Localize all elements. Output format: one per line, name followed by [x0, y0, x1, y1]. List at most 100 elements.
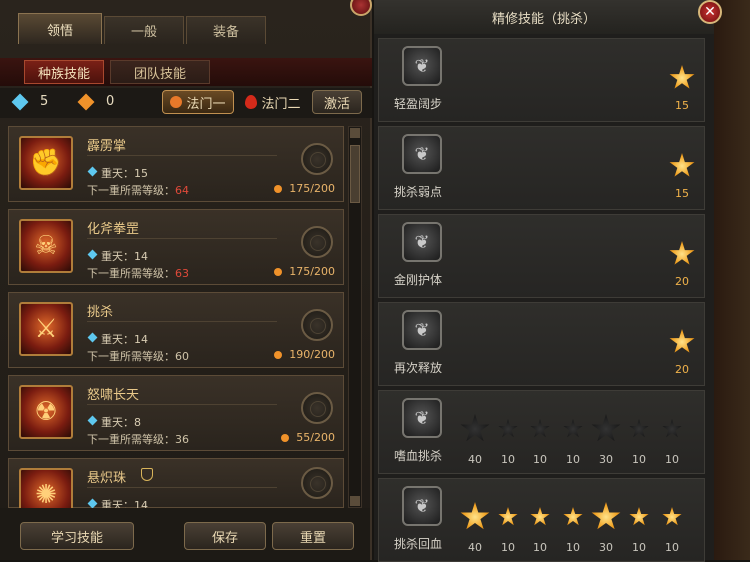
- level-gem-icon: [87, 498, 98, 509]
- skill-name: 化斧拳罡: [87, 222, 140, 237]
- wing-icon: ❦: [414, 319, 430, 341]
- refine-star-icon[interactable]: [460, 502, 490, 530]
- refine-star-icon[interactable]: [662, 419, 682, 438]
- requirement-value: 36: [175, 433, 189, 446]
- skill-symbol-icon: ✊: [29, 148, 63, 178]
- skill-symbol-icon: ☠: [34, 231, 58, 261]
- scroll-thumb[interactable]: [350, 145, 360, 203]
- activate-button[interactable]: 激活: [312, 90, 362, 114]
- learn-skill-button[interactable]: 学习技能: [20, 522, 134, 550]
- skill-card[interactable]: ☢ 怒啸长天 重天：8 下一重所需等级：36 55/200: [8, 375, 344, 451]
- requirement-label: 下一重所需等级：: [87, 433, 175, 446]
- refine-skill-icon[interactable]: ❦: [402, 310, 442, 350]
- skill-name: 悬炽珠: [87, 471, 127, 486]
- skill-icon: ☢: [19, 385, 73, 439]
- skill-card[interactable]: ⚔ 挑杀 重天：14 下一重所需等级：60 190/200: [8, 292, 344, 368]
- skill-name: 挑杀: [87, 305, 114, 320]
- close-icon[interactable]: ✕: [698, 0, 722, 24]
- skill-card[interactable]: ✺ 悬炽珠 重天：14: [8, 458, 344, 522]
- refine-row: ❦ 再次释放 20: [378, 302, 705, 386]
- level-gem-icon: [87, 166, 98, 177]
- star-cost: 10: [533, 453, 547, 466]
- skill-cost: 175/200: [289, 265, 335, 278]
- refine-star-icon[interactable]: [669, 329, 695, 353]
- save-button[interactable]: 保存: [184, 522, 266, 550]
- divider: [87, 404, 277, 405]
- refine-star-icon[interactable]: [629, 419, 649, 438]
- skill-card[interactable]: ✊ 霹雳掌 重天：15 下一重所需等级：64 175/200: [8, 126, 344, 202]
- scroll-down-arrow-icon[interactable]: [350, 496, 360, 506]
- refine-star-icon[interactable]: [563, 419, 583, 438]
- refine-star-icon[interactable]: [498, 507, 518, 526]
- refine-skill-name: 嗜血挑杀: [394, 449, 443, 463]
- fa-button-1[interactable]: 法门一: [162, 90, 234, 114]
- divider: [87, 155, 277, 156]
- next-level-requirement: 下一重所需等级：60: [87, 348, 189, 364]
- requirement-value: 60: [175, 350, 189, 363]
- requirement-label: 下一重所需等级：: [87, 350, 175, 363]
- refine-skill-icon[interactable]: ❦: [402, 398, 442, 438]
- refine-skill-name: 挑杀弱点: [394, 185, 443, 199]
- refine-skill-icon[interactable]: ❦: [402, 222, 442, 262]
- star-cost: 10: [501, 541, 515, 554]
- refine-row: ❦ 轻盈阔步 15: [378, 38, 705, 122]
- cost-gem-icon: [274, 185, 282, 193]
- refine-star-icon[interactable]: [460, 414, 490, 442]
- wing-icon: ❦: [414, 55, 430, 77]
- skill-slot-button[interactable]: [301, 143, 333, 175]
- skill-level: 重天：8: [101, 416, 141, 429]
- star-cost: 10: [665, 453, 679, 466]
- refine-star-icon[interactable]: [530, 419, 550, 438]
- scrollbar[interactable]: [348, 126, 362, 508]
- fire-icon: [170, 96, 183, 108]
- wing-icon: ❦: [414, 231, 430, 253]
- background-scene: [714, 0, 750, 560]
- skill-slot-button[interactable]: [301, 226, 333, 258]
- refine-star-icon[interactable]: [669, 241, 695, 265]
- refine-star-icon[interactable]: [669, 65, 695, 89]
- tab-lingwu[interactable]: 领悟: [18, 13, 102, 44]
- refine-row: ❦ 嗜血挑杀 40 10 10 10 30 10 10: [378, 390, 705, 474]
- refine-star-icon[interactable]: [629, 507, 649, 526]
- reset-button[interactable]: 重置: [272, 522, 354, 550]
- tab-equipment[interactable]: 装备: [186, 16, 266, 44]
- fa-button-2[interactable]: 法门二: [240, 90, 306, 114]
- refine-star-icon[interactable]: [669, 153, 695, 177]
- refine-star-icon[interactable]: [662, 507, 682, 526]
- refine-row: ❦ 挑杀回血 40 10 10 10 30 10 10: [378, 478, 705, 562]
- star-cost: 10: [566, 541, 580, 554]
- skill-level: 重天：14: [101, 333, 148, 346]
- skill-card[interactable]: ☠ 化斧拳罡 重天：14 下一重所需等级：63 175/200: [8, 209, 344, 285]
- gold-points: 0: [106, 94, 115, 109]
- refine-skill-icon[interactable]: ❦: [402, 486, 442, 526]
- star-cost: 20: [675, 363, 689, 376]
- divider: [87, 238, 277, 239]
- star-cost: 10: [665, 541, 679, 554]
- refine-star-icon[interactable]: [591, 414, 621, 442]
- subtab-race-skills[interactable]: 种族技能: [24, 60, 104, 84]
- refine-title: 精修技能（挑杀）: [491, 12, 596, 27]
- fa-button-2-label: 法门二: [261, 96, 301, 112]
- divider: [87, 321, 277, 322]
- scroll-up-arrow-icon[interactable]: [350, 128, 360, 138]
- refine-star-icon[interactable]: [498, 419, 518, 438]
- refine-skill-icon[interactable]: ❦: [402, 134, 442, 174]
- refine-star-icon[interactable]: [530, 507, 550, 526]
- requirement-value: 64: [175, 184, 189, 197]
- skill-icon: ☠: [19, 219, 73, 273]
- skill-icon: ⚔: [19, 302, 73, 356]
- requirement-label: 下一重所需等级：: [87, 267, 175, 280]
- level-gem-icon: [87, 249, 98, 260]
- subtab-team-skills[interactable]: 团队技能: [110, 60, 210, 84]
- skill-slot-button[interactable]: [301, 309, 333, 341]
- refine-skill-icon[interactable]: ❦: [402, 46, 442, 86]
- skill-slot-button[interactable]: [301, 467, 333, 499]
- divider: [87, 487, 277, 488]
- level-gem-icon: [87, 415, 98, 426]
- refine-star-icon[interactable]: [563, 507, 583, 526]
- refine-star-icon[interactable]: [591, 502, 621, 530]
- star-cost: 10: [632, 541, 646, 554]
- tab-general[interactable]: 一般: [104, 16, 184, 44]
- skill-slot-button[interactable]: [301, 392, 333, 424]
- skill-level: 重天：14: [101, 250, 148, 263]
